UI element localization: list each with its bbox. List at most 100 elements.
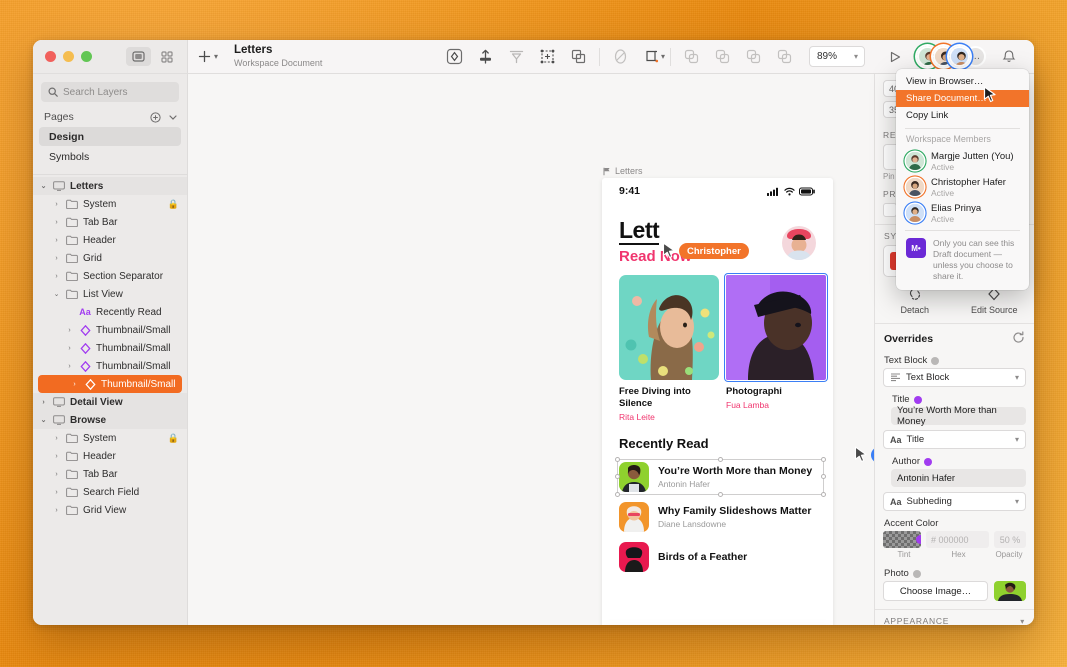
close-window-button[interactable] (45, 51, 56, 62)
disclosure-caret-icon[interactable]: › (52, 273, 61, 280)
layer-row[interactable]: › Thumbnail/Small (33, 321, 187, 339)
zoom-select[interactable]: 89% ▾ (809, 46, 865, 67)
group-icon[interactable] (563, 44, 594, 70)
profile-avatar[interactable] (782, 226, 816, 260)
disclosure-caret-icon[interactable]: › (52, 507, 61, 514)
disclosure-caret-icon[interactable]: › (70, 381, 79, 388)
boolean-intersect-icon[interactable] (738, 44, 769, 70)
disclosure-caret-icon[interactable]: › (65, 345, 74, 352)
chevron-down-icon[interactable]: ▾ (661, 52, 665, 61)
disclosure-caret-icon[interactable]: › (65, 327, 74, 334)
disclosure-caret-icon[interactable]: › (52, 489, 61, 496)
add-page-icon[interactable] (150, 111, 161, 123)
title-input[interactable]: You’re Worth More than Money (891, 405, 1026, 427)
lock-icon[interactable]: 🔒 (168, 199, 179, 210)
layer-row[interactable]: › Thumbnail/Small (33, 357, 187, 375)
disclosure-caret-icon[interactable]: › (52, 201, 61, 208)
override-toggle-icon[interactable] (931, 356, 940, 365)
hex-input[interactable]: # 000000 (926, 531, 989, 548)
layer-row[interactable]: › Tab Bar (33, 213, 187, 231)
boolean-union-icon[interactable] (676, 44, 707, 70)
list-item[interactable]: You’re Worth More than Money Antonin Haf… (602, 457, 833, 497)
view-toggle[interactable] (126, 47, 179, 66)
card-image[interactable] (724, 273, 828, 382)
notifications-icon[interactable] (993, 44, 1024, 70)
override-toggle-icon[interactable] (924, 457, 932, 466)
chevron-down-icon[interactable]: ▾ (1020, 617, 1025, 626)
preview-icon[interactable] (879, 44, 910, 70)
disclosure-caret-icon[interactable]: › (52, 219, 61, 226)
layer-row[interactable]: ⌄ Letters (33, 177, 187, 195)
tint-swatch[interactable] (883, 531, 921, 548)
layer-row[interactable]: › Tab Bar (33, 465, 187, 483)
member-row[interactable]: Margje Jutten (You) Active (896, 148, 1029, 174)
author-style-select[interactable]: Aa Subheding ▾ (883, 492, 1026, 511)
menu-item-copy-link[interactable]: Copy Link (896, 107, 1029, 124)
chevron-down-icon[interactable] (168, 112, 178, 123)
minimize-window-button[interactable] (63, 51, 74, 62)
distribute-icon[interactable] (501, 44, 532, 70)
disclosure-caret-icon[interactable]: ⌄ (39, 416, 48, 424)
layer-row[interactable]: › System 🔒 (33, 195, 187, 213)
disclosure-caret-icon[interactable]: › (52, 453, 61, 460)
disclosure-caret-icon[interactable]: › (52, 471, 61, 478)
list-item[interactable]: Why Family Slideshows Matter Diane Lansd… (602, 497, 833, 537)
symbol-icon[interactable] (439, 44, 470, 70)
share-menu[interactable]: View in Browser… Share Document… Copy Li… (896, 69, 1029, 290)
layer-row[interactable]: › Grid (33, 249, 187, 267)
disclosure-caret-icon[interactable]: › (65, 363, 74, 370)
layer-row[interactable]: › Detail View (33, 393, 187, 411)
text-block-select[interactable]: Text Block ▾ (883, 368, 1026, 387)
disclosure-caret-icon[interactable]: › (52, 237, 61, 244)
mask-icon[interactable] (605, 44, 636, 70)
layer-row[interactable]: › Thumbnail/Small (33, 339, 187, 357)
card-image[interactable] (619, 275, 719, 380)
insert-icon[interactable] (470, 44, 501, 70)
hero-title[interactable]: Lett (619, 218, 660, 245)
choose-image-button[interactable]: Choose Image… (883, 581, 988, 601)
canvas[interactable]: Letters 9:41 Lett Read Now Free Diving i… (188, 74, 874, 625)
card[interactable]: Photographi Fua Lamba (724, 273, 828, 422)
page-item-symbols[interactable]: Symbols (39, 147, 181, 166)
page-item-design[interactable]: Design (39, 127, 181, 146)
disclosure-caret-icon[interactable]: › (39, 399, 48, 406)
disclosure-caret-icon[interactable]: › (52, 435, 61, 442)
reset-overrides-icon[interactable] (1012, 331, 1025, 347)
layer-row[interactable]: › Search Field (33, 483, 187, 501)
avatar[interactable] (949, 46, 970, 67)
layer-row[interactable]: › System 🔒 (33, 429, 187, 447)
collaborator-avatars[interactable]: … (917, 46, 986, 67)
list-item[interactable]: Birds of a Feather (602, 537, 833, 577)
color-opacity-input[interactable]: 50 % (994, 531, 1026, 548)
prototyping-checkbox[interactable] (883, 203, 897, 217)
detach-button[interactable]: Detach (875, 286, 955, 315)
disclosure-caret-icon[interactable]: ⌄ (52, 290, 61, 298)
menu-item-view-in-browser[interactable]: View in Browser… (896, 73, 1029, 90)
author-input[interactable]: Antonin Hafer (891, 469, 1026, 487)
override-toggle-icon[interactable] (916, 535, 921, 544)
layer-row[interactable]: ⌄ List View (33, 285, 187, 303)
title-style-select[interactable]: Aa Title ▾ (883, 430, 1026, 449)
layer-row[interactable]: › Thumbnail/Small (38, 375, 182, 393)
menu-item-share-document[interactable]: Share Document… (896, 90, 1029, 107)
transform-icon[interactable] (532, 44, 563, 70)
override-toggle-icon[interactable] (913, 395, 922, 404)
add-menu-button[interactable]: ▾ (198, 50, 218, 63)
disclosure-caret-icon[interactable]: › (52, 255, 61, 262)
member-row[interactable]: Elias Prinya Active (896, 200, 1029, 226)
photo-thumbnail[interactable] (994, 581, 1026, 601)
grid-view-icon[interactable] (154, 47, 179, 66)
layer-row[interactable]: Aa Recently Read (33, 303, 187, 321)
lock-icon[interactable]: 🔒 (168, 433, 179, 444)
layer-row[interactable]: ⌄ Browse (33, 411, 187, 429)
artboard-label[interactable]: Letters (603, 166, 643, 176)
appearance-section-header[interactable]: Appearance ▾ (875, 610, 1034, 625)
layer-row[interactable]: › Grid View (33, 501, 187, 519)
window-controls[interactable] (45, 51, 92, 62)
search-layers-input[interactable]: Search Layers (41, 82, 179, 102)
layer-row[interactable]: › Section Separator (33, 267, 187, 285)
layer-row[interactable]: › Header (33, 231, 187, 249)
edit-source-button[interactable]: Edit Source (955, 286, 1035, 315)
override-toggle-icon[interactable] (912, 569, 921, 578)
boolean-subtract-icon[interactable] (707, 44, 738, 70)
